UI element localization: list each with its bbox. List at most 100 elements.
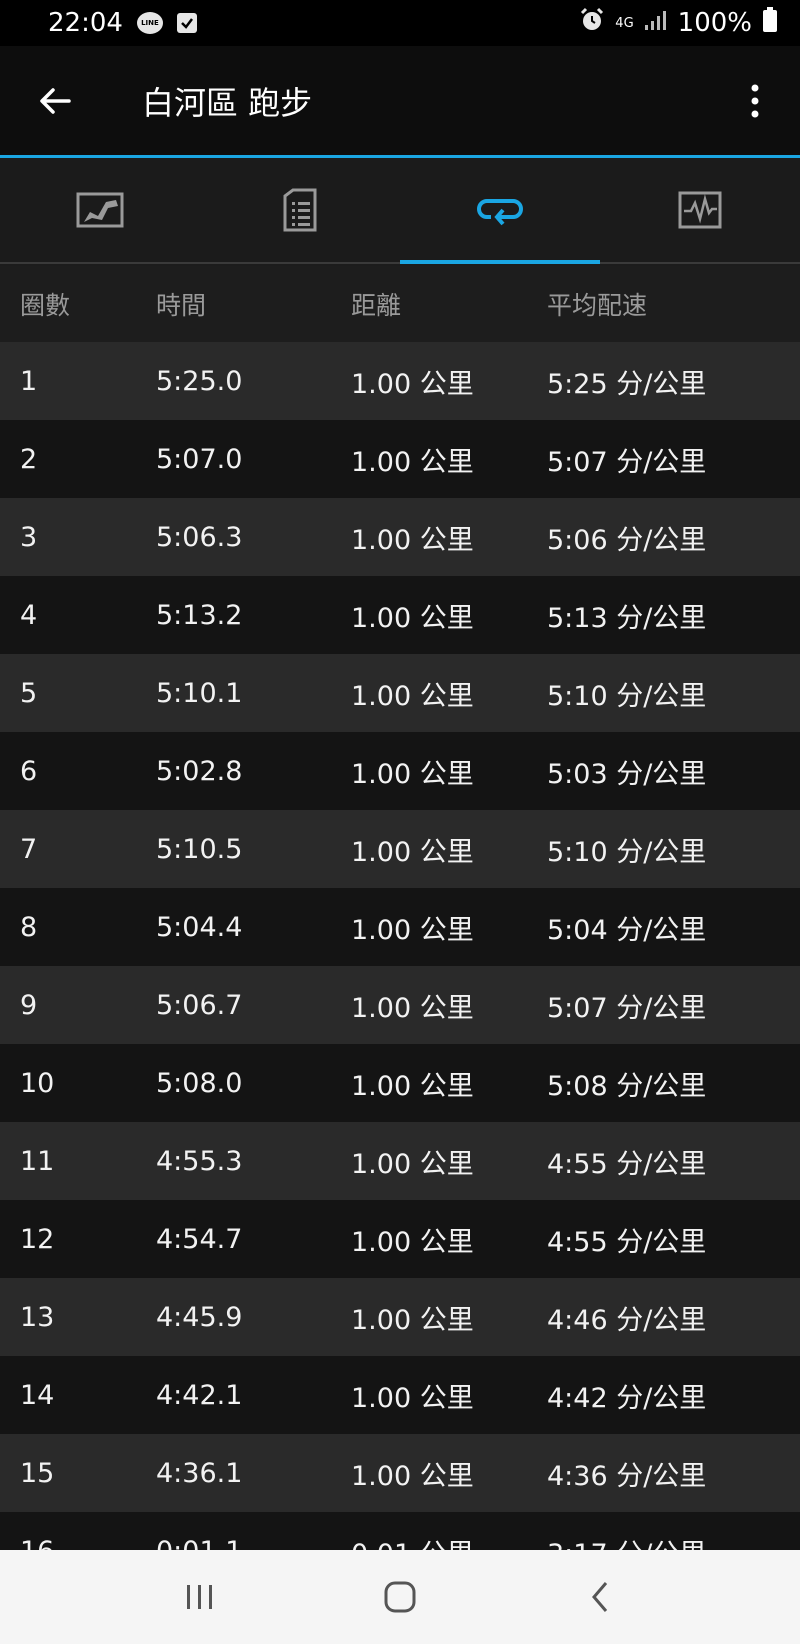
battery-icon xyxy=(762,6,778,40)
lap-cell: 6 xyxy=(20,755,38,787)
distance-cell: 1.00 公里 xyxy=(351,1382,474,1414)
home-icon xyxy=(384,1581,416,1613)
network-type-label: 4G xyxy=(615,15,634,31)
time-cell: 5:25.0 xyxy=(156,365,243,397)
table-row[interactable]: 2 5:07.0 1.00 公里 5:07 分/公里 xyxy=(0,420,800,498)
page-title: 白河區 跑步 xyxy=(142,84,313,122)
distance-cell: 1.00 公里 xyxy=(351,446,474,478)
time-cell: 5:10.5 xyxy=(156,833,243,865)
app-bar: 白河區 跑步 xyxy=(0,46,800,156)
table-row[interactable]: 15 4:36.1 1.00 公里 4:36 分/公里 xyxy=(0,1434,800,1512)
pace-cell: 4:55 分/公里 xyxy=(547,1226,707,1258)
pace-cell: 3:17 分/公里 xyxy=(547,1532,706,1551)
home-button[interactable] xyxy=(355,1567,445,1627)
header-distance: 距離 xyxy=(351,291,402,320)
laps-table: 圈數 時間 距離 平均配速 1 5:25.0 1.00 公里 5:25 分/公里 2 5:… xyxy=(0,266,800,1550)
nav-back-button[interactable] xyxy=(555,1567,645,1627)
pace-cell: 5:07 分/公里 xyxy=(547,992,707,1024)
table-row[interactable]: 1 5:25.0 1.00 公里 5:25 分/公里 xyxy=(0,342,800,420)
pace-cell: 4:46 分/公里 xyxy=(547,1304,707,1336)
time-cell: 5:10.1 xyxy=(156,677,243,709)
table-row[interactable]: 13 4:45.9 1.00 公里 4:46 分/公里 xyxy=(0,1278,800,1356)
lap-cell: 10 xyxy=(20,1067,55,1099)
lap-cell: 2 xyxy=(20,443,38,475)
map-icon xyxy=(76,192,124,228)
time-cell: 4:42.1 xyxy=(156,1379,243,1411)
checkbox-notification-icon xyxy=(176,13,197,33)
pace-cell: 5:08 分/公里 xyxy=(547,1070,707,1102)
time-cell: 5:04.4 xyxy=(156,911,243,943)
lap-cell: 14 xyxy=(20,1379,55,1411)
header-time: 時間 xyxy=(156,291,207,320)
pace-cell: 5:13 分/公里 xyxy=(547,602,707,634)
table-row[interactable]: 9 5:06.7 1.00 公里 5:07 分/公里 xyxy=(0,966,800,1044)
table-row[interactable]: 14 4:42.1 1.00 公里 4:42 分/公里 xyxy=(0,1356,800,1434)
table-row[interactable]: 6 5:02.8 1.00 公里 5:03 分/公里 xyxy=(0,732,800,810)
signal-icon xyxy=(644,8,668,38)
distance-cell: 1.00 公里 xyxy=(351,368,474,400)
time-cell: 4:54.7 xyxy=(156,1223,243,1255)
table-body: 1 5:25.0 1.00 公里 5:25 分/公里 2 5:07.0 1.00 公里 5:0… xyxy=(0,342,800,1550)
time-cell: 5:06.7 xyxy=(156,989,243,1021)
table-row[interactable]: 8 5:04.4 1.00 公里 5:04 分/公里 xyxy=(0,888,800,966)
time-cell: 5:13.2 xyxy=(156,599,243,631)
lap-cell: 11 xyxy=(20,1145,55,1177)
distance-cell: 1.00 公里 xyxy=(351,914,474,946)
table-row[interactable]: 11 4:55.3 1.00 公里 4:55 分/公里 xyxy=(0,1122,800,1200)
distance-cell: 1.00 公里 xyxy=(351,1070,474,1102)
lap-cell: 5 xyxy=(20,677,38,709)
lap-cell: 16 xyxy=(20,1536,54,1551)
back-button[interactable] xyxy=(0,46,110,156)
table-header: 圈數 時間 距離 平均配速 xyxy=(0,266,800,342)
pace-cell: 5:04 分/公里 xyxy=(547,914,707,946)
distance-cell: 1.00 公里 xyxy=(351,680,474,712)
alarm-icon xyxy=(579,7,605,40)
recent-apps-button[interactable] xyxy=(155,1567,245,1627)
pace-cell: 4:42 分/公里 xyxy=(547,1382,707,1414)
pace-cell: 5:25 分/公里 xyxy=(547,368,707,400)
pace-cell: 4:36 分/公里 xyxy=(547,1460,707,1492)
tab-map[interactable] xyxy=(0,158,200,262)
lap-cell: 15 xyxy=(20,1457,55,1489)
distance-cell: 1.00 公里 xyxy=(351,1226,474,1258)
overflow-menu-button[interactable] xyxy=(710,46,800,156)
distance-cell: 1.00 公里 xyxy=(351,524,474,556)
lap-cell: 1 xyxy=(20,365,38,397)
more-vert-icon xyxy=(751,84,759,118)
table-row[interactable]: 12 4:54.7 1.00 公里 4:55 分/公里 xyxy=(0,1200,800,1278)
header-lap: 圈數 xyxy=(20,291,71,320)
time-cell: 4:55.3 xyxy=(156,1145,243,1177)
lap-cell: 12 xyxy=(20,1223,55,1255)
table-row[interactable]: 3 5:06.3 1.00 公里 5:06 分/公里 xyxy=(0,498,800,576)
lap-cell: 9 xyxy=(20,989,38,1021)
charts-icon xyxy=(678,191,722,229)
recents-icon xyxy=(187,1585,212,1609)
tab-laps[interactable] xyxy=(400,158,600,264)
table-row[interactable]: 16 0:01.1 0.01 公里 3:17 分/公里 xyxy=(0,1512,800,1550)
lap-cell: 8 xyxy=(20,911,38,943)
table-row[interactable]: 5 5:10.1 1.00 公里 5:10 分/公里 xyxy=(0,654,800,732)
lap-cell: 3 xyxy=(20,521,38,553)
time-cell: 5:07.0 xyxy=(156,443,243,475)
tab-charts[interactable] xyxy=(600,158,800,262)
table-row[interactable]: 4 5:13.2 1.00 公里 5:13 分/公里 xyxy=(0,576,800,654)
activity-tabs xyxy=(0,158,800,264)
back-arrow-icon xyxy=(40,88,71,114)
distance-cell: 1.00 公里 xyxy=(351,1148,474,1180)
lap-cell: 7 xyxy=(20,833,38,865)
table-row[interactable]: 10 5:08.0 1.00 公里 5:08 分/公里 xyxy=(0,1044,800,1122)
tab-details[interactable] xyxy=(200,158,400,262)
status-bar: 22:04 LINE 4G 100% xyxy=(0,0,800,46)
line-app-icon: LINE xyxy=(136,12,163,34)
pace-cell: 5:07 分/公里 xyxy=(547,446,707,478)
details-icon xyxy=(283,188,317,232)
distance-cell: 1.00 公里 xyxy=(351,992,474,1024)
time-cell: 4:45.9 xyxy=(156,1301,243,1333)
table-row[interactable]: 7 5:10.5 1.00 公里 5:10 分/公里 xyxy=(0,810,800,888)
lap-cell: 13 xyxy=(20,1301,55,1333)
time-cell: 0:01.1 xyxy=(156,1536,242,1551)
pace-cell: 4:55 分/公里 xyxy=(547,1148,707,1180)
distance-cell: 1.00 公里 xyxy=(351,758,474,790)
distance-cell: 1.00 公里 xyxy=(351,602,474,634)
lap-cell: 4 xyxy=(20,599,38,631)
